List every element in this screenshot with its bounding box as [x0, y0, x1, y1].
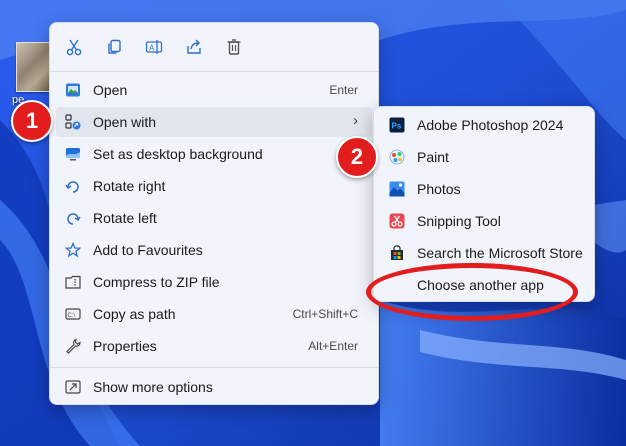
open-icon	[66, 83, 80, 97]
copy-button[interactable]	[102, 35, 126, 59]
shortcut-label: Enter	[329, 83, 358, 97]
show-more-icon	[65, 380, 81, 394]
menu-item-copy-as-path[interactable]: C:\ Copy as path Ctrl+Shift+C	[56, 299, 372, 329]
menu-item-label: Set as desktop background	[93, 146, 263, 162]
shortcut-label: Ctrl+Shift+C	[292, 307, 358, 321]
step-1-badge: 1	[11, 100, 53, 142]
shortcut-label: Alt+Enter	[308, 339, 358, 353]
menu-item-label: Copy as path	[93, 306, 176, 322]
open-with-icon	[65, 114, 81, 130]
menu-item-label: Rotate left	[93, 210, 157, 226]
submenu-item-photoshop[interactable]: Ps Adobe Photoshop 2024	[380, 110, 588, 140]
share-icon	[187, 39, 201, 54]
desktop-file-icon[interactable]: pe...	[10, 42, 54, 108]
submenu-item-label: Photos	[417, 181, 461, 197]
paint-icon	[389, 149, 405, 165]
rotate-left-icon	[67, 213, 81, 225]
submenu-arrow-icon: ›	[353, 112, 358, 129]
submenu-item-photos[interactable]: Photos	[380, 174, 588, 204]
copy-path-icon: C:\	[65, 308, 81, 320]
image-thumbnail	[16, 42, 52, 92]
desktop-background-icon	[66, 148, 80, 161]
menu-item-label: Compress to ZIP file	[93, 274, 220, 290]
menu-item-open-with[interactable]: Open with ›	[56, 107, 372, 137]
menu-item-label: Show more options	[93, 379, 213, 395]
submenu-item-label: Snipping Tool	[417, 213, 501, 229]
wrench-icon	[66, 338, 81, 354]
menu-item-label: Open	[93, 82, 128, 98]
highlight-ellipse	[366, 263, 578, 321]
delete-icon	[227, 39, 241, 55]
menu-divider	[50, 367, 378, 368]
svg-text:Ps: Ps	[392, 122, 402, 131]
submenu-item-label: Paint	[417, 149, 449, 165]
submenu-item-snipping-tool[interactable]: Snipping Tool	[380, 206, 588, 236]
context-menu: A Open Enter Open with › Set as desktop …	[49, 22, 379, 405]
snipping-tool-icon	[389, 213, 405, 229]
cut-button[interactable]	[62, 35, 86, 59]
svg-text:A: A	[149, 44, 155, 53]
star-icon	[65, 242, 81, 258]
toolbar-divider	[50, 71, 378, 72]
menu-item-set-desktop-background[interactable]: Set as desktop background	[56, 139, 372, 169]
menu-item-show-more-options[interactable]: Show more options	[56, 372, 372, 402]
submenu-item-paint[interactable]: Paint	[380, 142, 588, 172]
submenu-item-label: Adobe Photoshop 2024	[417, 117, 564, 133]
rename-button[interactable]: A	[142, 35, 166, 59]
context-menu-toolbar: A	[50, 23, 378, 71]
photoshop-icon: Ps	[389, 117, 405, 133]
store-icon	[391, 245, 403, 260]
menu-item-label: Open with	[93, 114, 157, 130]
share-button[interactable]	[182, 35, 206, 59]
submenu-item-label: Search the Microsoft Store	[417, 245, 583, 261]
zip-icon	[65, 275, 81, 289]
menu-item-properties[interactable]: Properties Alt+Enter	[56, 331, 372, 361]
rotate-right-icon	[65, 181, 79, 193]
menu-item-compress-zip[interactable]: Compress to ZIP file	[56, 267, 372, 297]
menu-item-rotate-right[interactable]: Rotate right	[56, 171, 372, 201]
menu-item-rotate-left[interactable]: Rotate left	[56, 203, 372, 233]
menu-item-label: Rotate right	[93, 178, 166, 194]
menu-item-open[interactable]: Open Enter	[56, 75, 372, 105]
menu-item-add-to-favourites[interactable]: Add to Favourites	[56, 235, 372, 265]
delete-button[interactable]	[222, 35, 246, 59]
cut-icon	[66, 39, 82, 56]
svg-text:C:\: C:\	[68, 313, 76, 319]
copy-icon	[108, 39, 121, 54]
menu-item-label: Add to Favourites	[93, 242, 203, 258]
menu-item-label: Properties	[93, 338, 157, 354]
step-2-badge: 2	[336, 136, 378, 178]
rename-icon: A	[145, 40, 163, 54]
photos-icon	[389, 181, 405, 197]
